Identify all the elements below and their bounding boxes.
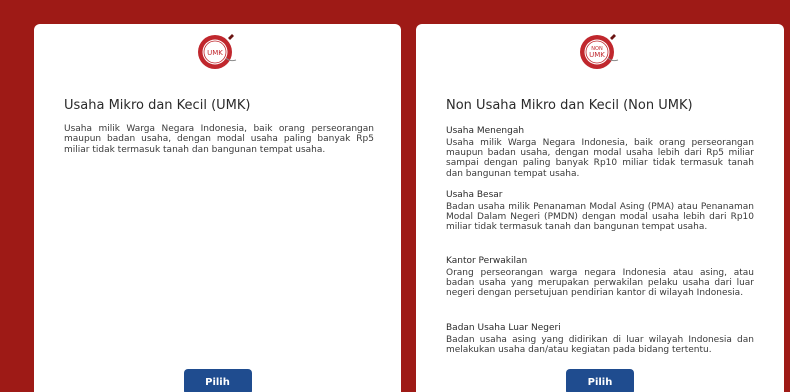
section-text: Orang perseorangan warga negara Indonesi… [446, 268, 754, 299]
section-usaha-besar: Usaha Besar Badan usaha milik Penanaman … [446, 190, 754, 233]
umk-seal-label: UMK [207, 49, 223, 57]
section-text: Badan usaha asing yang didirikan di luar… [446, 335, 754, 356]
section-usaha-menengah: Usaha Menengah Usaha milik Warga Negara … [446, 126, 754, 179]
umk-title: Usaha Mikro dan Kecil (UMK) [64, 98, 251, 113]
section-heading: Kantor Perwakilan [446, 256, 528, 266]
section-kantor-perwakilan: Kantor Perwakilan Orang perseorangan war… [446, 256, 754, 299]
umk-card: UMK Usaha Mikro dan Kecil (UMK) Usaha mi… [34, 24, 401, 392]
section-text: Badan usaha milik Penanaman Modal Asing … [446, 202, 754, 233]
non-umk-seal-label: UMK [589, 51, 605, 59]
section-heading: Usaha Menengah [446, 126, 525, 136]
non-umk-seal-icon: NON UMK [570, 28, 630, 72]
umk-select-button[interactable]: Pilih [183, 369, 252, 392]
umk-description: Usaha milik Warga Negara Indonesia, baik… [64, 124, 374, 155]
non-umk-select-button[interactable]: Pilih [566, 369, 634, 392]
umk-seal-icon: UMK [188, 28, 248, 72]
non-umk-card: NON UMK Non Usaha Mikro dan Kecil (Non U… [416, 24, 784, 392]
section-heading: Usaha Besar [446, 190, 503, 200]
section-text: Usaha milik Warga Negara Indonesia, baik… [446, 138, 754, 179]
section-badan-usaha-luar-negeri: Badan Usaha Luar Negeri Badan usaha asin… [446, 323, 754, 355]
non-umk-title: Non Usaha Mikro dan Kecil (Non UMK) [446, 98, 693, 113]
section-heading: Badan Usaha Luar Negeri [446, 323, 561, 333]
